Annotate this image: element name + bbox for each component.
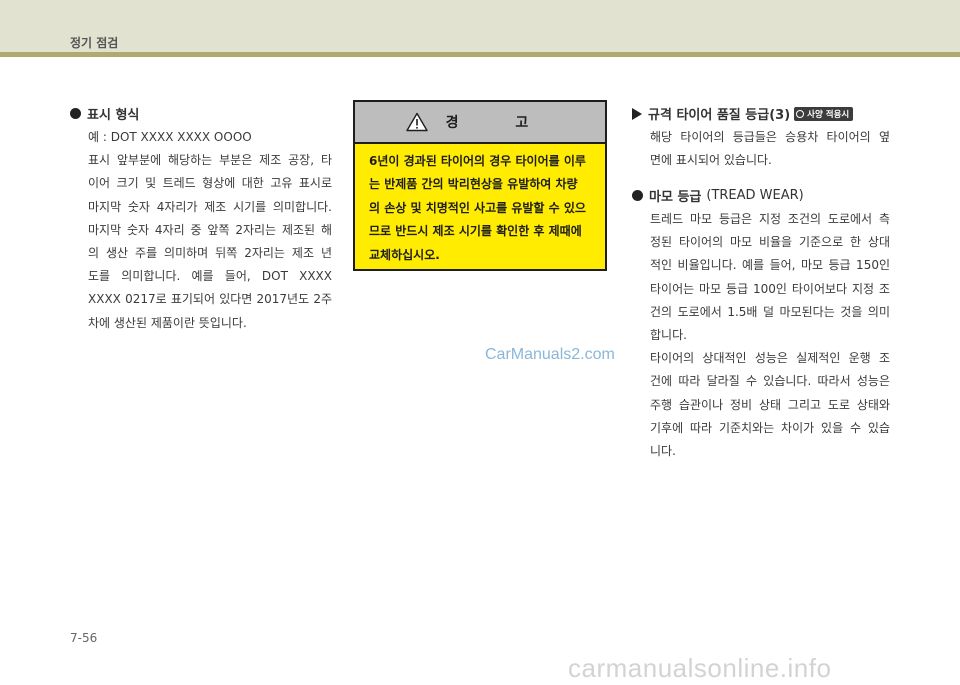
text-line: 건의 도로에서 1.5배 덜 마모된다는 것을 의미	[650, 304, 890, 319]
text-line: 타이어는 마모 등급 100인 타이어보다 지정 조	[650, 281, 890, 296]
text-line: 건에 따라 달라질 수 있습니다. 따라서 성능은	[650, 374, 890, 389]
warning-box: 경 고 6년이 경과된 타이어의 경우 타이어를 이루 는 반제품 간의 박리현…	[353, 100, 607, 271]
text-line: XXXX 0217로 표기되어 있다면 2017년도 2주	[88, 292, 332, 307]
watermark-link[interactable]: CarManuals2.com	[485, 346, 615, 364]
text-line: 도를 의미합니다. 예를 들어, DOT XXXX	[88, 269, 332, 284]
option-icon	[796, 109, 805, 118]
text-line: 주행 습관이나 정비 상태 그리고 도로 상태와	[650, 397, 890, 412]
heading-text: 표시 형식	[87, 108, 140, 123]
option-badge: 사양 적용시	[794, 106, 854, 121]
text-line: 기후에 따라 기준치와는 차이가 있을 수 있습	[650, 420, 890, 435]
text-line: 합니다.	[650, 328, 687, 343]
text-line: 면에 표시되어 있습니다.	[650, 153, 772, 168]
warning-text: 6년이 경과된 타이어의 경우 타이어를 이루 는 반제품 간의 박리현상을 유…	[355, 144, 605, 267]
heading-display-format: 표시 형식	[70, 104, 139, 123]
text-line: 니다.	[650, 444, 676, 459]
section-title: 정기 점검	[70, 36, 119, 50]
heading-subtext: (TREAD WEAR)	[706, 188, 804, 203]
text-line: 예 : DOT XXXX XXXX OOOO	[88, 130, 252, 144]
text-line: 마지막 숫자 4자리 중 앞쪽 2자리는 제조된 해	[88, 222, 332, 237]
warning-triangle-icon	[405, 112, 428, 132]
text-line: 트레드 마모 등급은 지정 조건의 도로에서 측	[650, 212, 890, 226]
text-line: 마지막 숫자 4자리가 제조 시기를 의미합니다.	[88, 199, 332, 214]
arrow-right-icon	[632, 107, 642, 120]
text-line: 표시 앞부분에 해당하는 부분은 제조 공장, 타	[88, 153, 332, 168]
text-line: 적인 비율입니다. 예를 들어, 마모 등급 150인	[650, 258, 890, 273]
warning-title: 경 고	[445, 115, 555, 131]
text-line: 이어 크기 및 트레드 형상에 대한 고유 표시로	[88, 176, 332, 191]
text-line: 차에 생산된 제품이란 뜻입니다.	[88, 315, 247, 330]
text-line: 정된 타이어의 마모 비율을 기준으로 한 상대	[650, 235, 890, 250]
heading-text: 마모 등급	[649, 190, 702, 205]
bullet-icon	[70, 108, 81, 119]
badge-text: 사양 적용시	[807, 109, 850, 120]
display-format-text: 예 : DOT XXXX XXXX OOOO 표시 앞부분에 해당하는 부분은 …	[88, 126, 332, 335]
text-line: 타이어의 상대적인 성능은 실제적인 운행 조	[650, 351, 890, 366]
warning-line: 는 반제품 간의 박리현상을 유발하여 차량	[369, 177, 578, 192]
warning-line: 므로 반드시 제조 시기를 확인한 후 제때에	[369, 224, 582, 239]
text-line: 의 생산 주를 의미하며 뒤쪽 2자리는 제조 년	[88, 246, 332, 261]
heading-text: 규격 타이어 품질 등급(3)	[648, 108, 791, 123]
heading-tread-wear: 마모 등급 (TREAD WEAR)	[632, 186, 804, 205]
text-line: 해당 타이어의 등급들은 승용차 타이어의 옆	[650, 130, 890, 144]
heading-tire-quality-grade: 규격 타이어 품질 등급(3) 사양 적용시	[632, 104, 854, 123]
footer-watermark: carmanualsonline.info	[568, 653, 832, 683]
warning-line: 의 손상 및 치명적인 사고를 유발할 수 있으	[369, 200, 586, 215]
warning-line: 6년이 경과된 타이어의 경우 타이어를 이루	[369, 154, 586, 168]
warning-line: 교체하십시오.	[369, 247, 440, 262]
header-band	[0, 0, 960, 52]
page-number: 7-56	[70, 631, 98, 645]
tire-quality-text: 해당 타이어의 등급들은 승용차 타이어의 옆 면에 표시되어 있습니다.	[650, 126, 890, 172]
tread-wear-text: 트레드 마모 등급은 지정 조건의 도로에서 측 정된 타이어의 마모 비율을 …	[650, 208, 890, 463]
header-divider	[0, 52, 960, 57]
bullet-icon	[632, 190, 643, 201]
warning-header: 경 고	[355, 102, 605, 144]
